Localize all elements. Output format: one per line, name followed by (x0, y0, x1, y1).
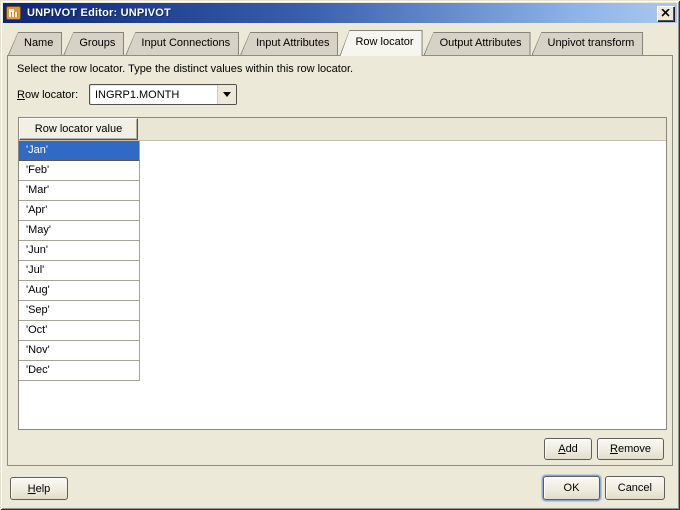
tab-groups[interactable]: Groups (63, 32, 124, 55)
table-row[interactable]: 'Jul' (19, 261, 140, 281)
tab-row-locator[interactable]: Row locator (339, 30, 422, 56)
close-icon (661, 9, 670, 17)
table-row[interactable]: 'Feb' (19, 161, 140, 181)
row-locator-table: Row locator value 'Jan' 'Feb' 'Mar' 'Apr… (18, 117, 667, 430)
tab-input-connections[interactable]: Input Connections (125, 32, 239, 55)
table-row[interactable]: 'Jan' (19, 141, 140, 161)
window-title: UNPIVOT Editor: UNPIVOT (27, 7, 171, 19)
add-button[interactable]: Add (544, 438, 592, 460)
table-header-strip: Row locator value (19, 118, 666, 141)
dropdown-arrow-icon (223, 92, 231, 97)
cancel-button[interactable]: Cancel (605, 476, 665, 500)
column-header-row-locator-value[interactable]: Row locator value (19, 118, 138, 140)
tab-unpivot-transform[interactable]: Unpivot transform (532, 32, 644, 55)
table-row[interactable]: 'Aug' (19, 281, 140, 301)
remove-button[interactable]: Remove (597, 438, 664, 460)
row-locator-dropdown[interactable]: INGRP1.MONTH (89, 84, 237, 105)
unpivot-editor-dialog: UNPIVOT Editor: UNPIVOT Name Groups Inpu… (0, 0, 680, 510)
table-row[interactable]: 'Jun' (19, 241, 140, 261)
tab-input-attributes[interactable]: Input Attributes (240, 32, 338, 55)
help-button[interactable]: Help (10, 477, 68, 500)
ok-button[interactable]: OK (543, 476, 600, 500)
app-icon (6, 6, 21, 20)
table-rows: 'Jan' 'Feb' 'Mar' 'Apr' 'May' 'Jun' 'Jul… (19, 141, 140, 381)
close-button[interactable] (657, 6, 674, 21)
table-row[interactable]: 'Mar' (19, 181, 140, 201)
row-locator-value: INGRP1.MONTH (90, 89, 217, 101)
table-row[interactable]: 'Sep' (19, 301, 140, 321)
table-row[interactable]: 'Nov' (19, 341, 140, 361)
table-row[interactable]: 'May' (19, 221, 140, 241)
instruction-text: Select the row locator. Type the distinc… (17, 63, 353, 75)
table-row[interactable]: 'Apr' (19, 201, 140, 221)
tab-name[interactable]: Name (8, 32, 62, 55)
tab-strip: Name Groups Input Connections Input Attr… (8, 32, 644, 55)
titlebar[interactable]: UNPIVOT Editor: UNPIVOT (3, 3, 677, 23)
row-locator-tab-panel: Select the row locator. Type the distinc… (7, 55, 673, 466)
table-row[interactable]: 'Oct' (19, 321, 140, 341)
row-locator-label: Row locator: (17, 89, 78, 101)
table-row[interactable]: 'Dec' (19, 361, 140, 381)
add-remove-group: Add Remove (544, 438, 664, 460)
tab-output-attributes[interactable]: Output Attributes (424, 32, 531, 55)
